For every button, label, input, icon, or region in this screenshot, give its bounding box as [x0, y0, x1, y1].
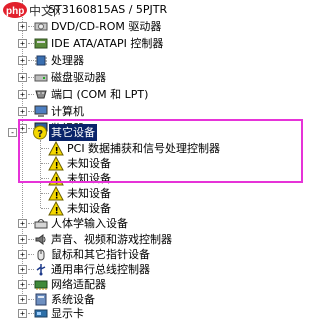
display-adapter-icon — [34, 309, 48, 318]
annotation-highlight-box — [18, 119, 303, 183]
tree-item-hid[interactable]: + 人体学输入设备 — [0, 215, 327, 232]
usb-icon — [36, 264, 46, 276]
svg-text:中文网: 中文网 — [29, 3, 60, 18]
tree-item-label: 计算机 — [51, 105, 84, 118]
expand-button[interactable]: + — [18, 56, 27, 65]
ide-controller-icon — [34, 38, 48, 49]
tree-row-label: ST3160815AS / 5PJTR — [48, 3, 168, 16]
mouse-icon — [37, 249, 45, 261]
expand-button[interactable]: + — [18, 107, 27, 116]
sound-icon — [35, 234, 46, 245]
disc-drive-icon — [34, 22, 48, 31]
expand-button[interactable]: + — [18, 250, 27, 259]
tree-item-display-adapter[interactable]: + 显示卡 — [0, 305, 327, 322]
tree-item-label: 磁盘驱动器 — [51, 71, 106, 84]
tree-item-processor[interactable]: + 处理器 — [0, 52, 327, 69]
warning-device-icon: ! — [48, 201, 64, 216]
network-icon — [34, 280, 48, 290]
expand-button[interactable]: + — [18, 219, 27, 228]
port-icon — [35, 90, 47, 99]
expand-button[interactable]: + — [18, 22, 27, 31]
hid-icon — [34, 219, 48, 229]
collapse-button[interactable]: - — [8, 128, 17, 137]
tree-item-computer[interactable]: + 计算机 — [0, 103, 327, 120]
device-tree: ST3160815AS / 5PJTR php 中文网 + DVD/CD-ROM… — [0, 0, 327, 322]
tree-item-label: 处理器 — [51, 54, 84, 67]
tree-item-disk-drive[interactable]: + 磁盘驱动器 — [0, 69, 327, 86]
tree-item-label: 端口 (COM 和 LPT) — [51, 88, 149, 101]
computer-icon — [34, 105, 48, 117]
tree-item-label: DVD/CD-ROM 驱动器 — [51, 20, 162, 33]
tree-item-ide-controller[interactable]: + IDE ATA/ATAPI 控制器 — [0, 35, 327, 52]
tree-item-label: 人体学输入设备 — [51, 217, 128, 230]
expand-button[interactable]: + — [18, 73, 27, 82]
tree-item-ports[interactable]: + 端口 (COM 和 LPT) — [0, 86, 327, 103]
tree-item-label: 显示卡 — [51, 307, 84, 320]
expand-button[interactable]: + — [18, 309, 27, 318]
processor-icon — [35, 55, 47, 66]
tree-item-dvd-cdrom[interactable]: + DVD/CD-ROM 驱动器 — [0, 18, 327, 35]
expand-button[interactable]: + — [18, 90, 27, 99]
disk-drive-icon — [34, 74, 48, 82]
php-logo-watermark: php 中文网 — [3, 2, 60, 18]
expand-button[interactable]: + — [18, 235, 27, 244]
warning-device-icon: ! — [48, 186, 64, 201]
expand-button[interactable]: + — [18, 39, 27, 48]
expand-button[interactable]: + — [18, 265, 27, 274]
tree-item-label: IDE ATA/ATAPI 控制器 — [51, 37, 164, 50]
expand-button[interactable]: + — [18, 280, 27, 289]
expand-button[interactable]: + — [18, 295, 27, 304]
svg-text:php: php — [6, 6, 24, 17]
